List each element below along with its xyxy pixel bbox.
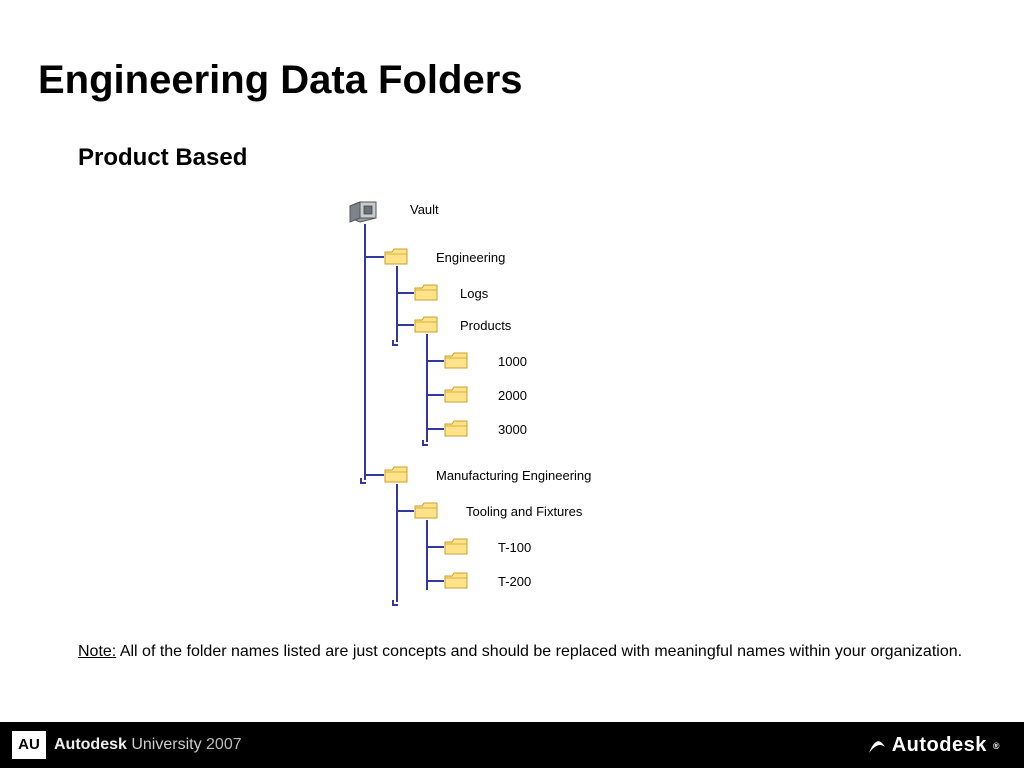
footer-year: 2007 [206, 736, 242, 753]
footer-university: University [127, 736, 206, 753]
tree-label-vault: Vault [410, 202, 439, 217]
footer-text: Autodesk University 2007 [54, 736, 242, 754]
tree-connector [426, 360, 444, 362]
vault-icon [348, 196, 380, 224]
folder-icon [444, 572, 468, 590]
note-text: Note: All of the folder names listed are… [78, 642, 984, 662]
note-label: Note: [78, 643, 116, 660]
tree-connector [360, 478, 366, 484]
note-body: All of the folder names listed are just … [116, 643, 962, 660]
tree-connector [364, 224, 366, 480]
tree-label-t200: T-200 [498, 574, 531, 589]
autodesk-swoosh-icon [868, 737, 886, 755]
tree-connector [396, 292, 414, 294]
au-badge: AU [12, 731, 46, 759]
tree-connector [426, 394, 444, 396]
autodesk-logo: Autodesk ® [868, 734, 1000, 757]
tree-label-tooling: Tooling and Fixtures [466, 504, 582, 519]
tree-connector [422, 440, 428, 446]
tree-label-2000: 2000 [498, 388, 527, 403]
tree-label-3000: 3000 [498, 422, 527, 437]
folder-tree: Vault Engineering Logs Products [350, 192, 780, 612]
slide-title: Engineering Data Folders [38, 58, 523, 103]
tree-connector [426, 334, 428, 442]
folder-icon [444, 386, 468, 404]
tree-connector [392, 600, 398, 606]
tree-label-manufacturing: Manufacturing Engineering [436, 468, 591, 483]
footer-brand: Autodesk [54, 736, 127, 753]
tree-label-engineering: Engineering [436, 250, 505, 265]
folder-icon [444, 420, 468, 438]
folder-icon [444, 538, 468, 556]
tree-connector [426, 580, 444, 582]
folder-icon [414, 284, 438, 302]
footer-bar: AU Autodesk University 2007 Autodesk ® [0, 722, 1024, 768]
tree-connector [396, 324, 414, 326]
tree-connector [396, 510, 414, 512]
registered-mark: ® [993, 741, 1000, 751]
tree-connector [396, 484, 398, 602]
tree-connector [396, 266, 398, 342]
folder-icon [414, 316, 438, 334]
tree-label-t100: T-100 [498, 540, 531, 555]
tree-connector [364, 474, 384, 476]
tree-connector [364, 256, 384, 258]
folder-icon [444, 352, 468, 370]
tree-label-1000: 1000 [498, 354, 527, 369]
tree-label-logs: Logs [460, 286, 488, 301]
slide-subtitle: Product Based [78, 144, 247, 172]
autodesk-logo-text: Autodesk [892, 734, 987, 757]
folder-icon [384, 466, 408, 484]
tree-label-products: Products [460, 318, 511, 333]
tree-connector [392, 340, 398, 346]
folder-icon [414, 502, 438, 520]
tree-connector [426, 546, 444, 548]
folder-icon [384, 248, 408, 266]
tree-connector [426, 428, 444, 430]
